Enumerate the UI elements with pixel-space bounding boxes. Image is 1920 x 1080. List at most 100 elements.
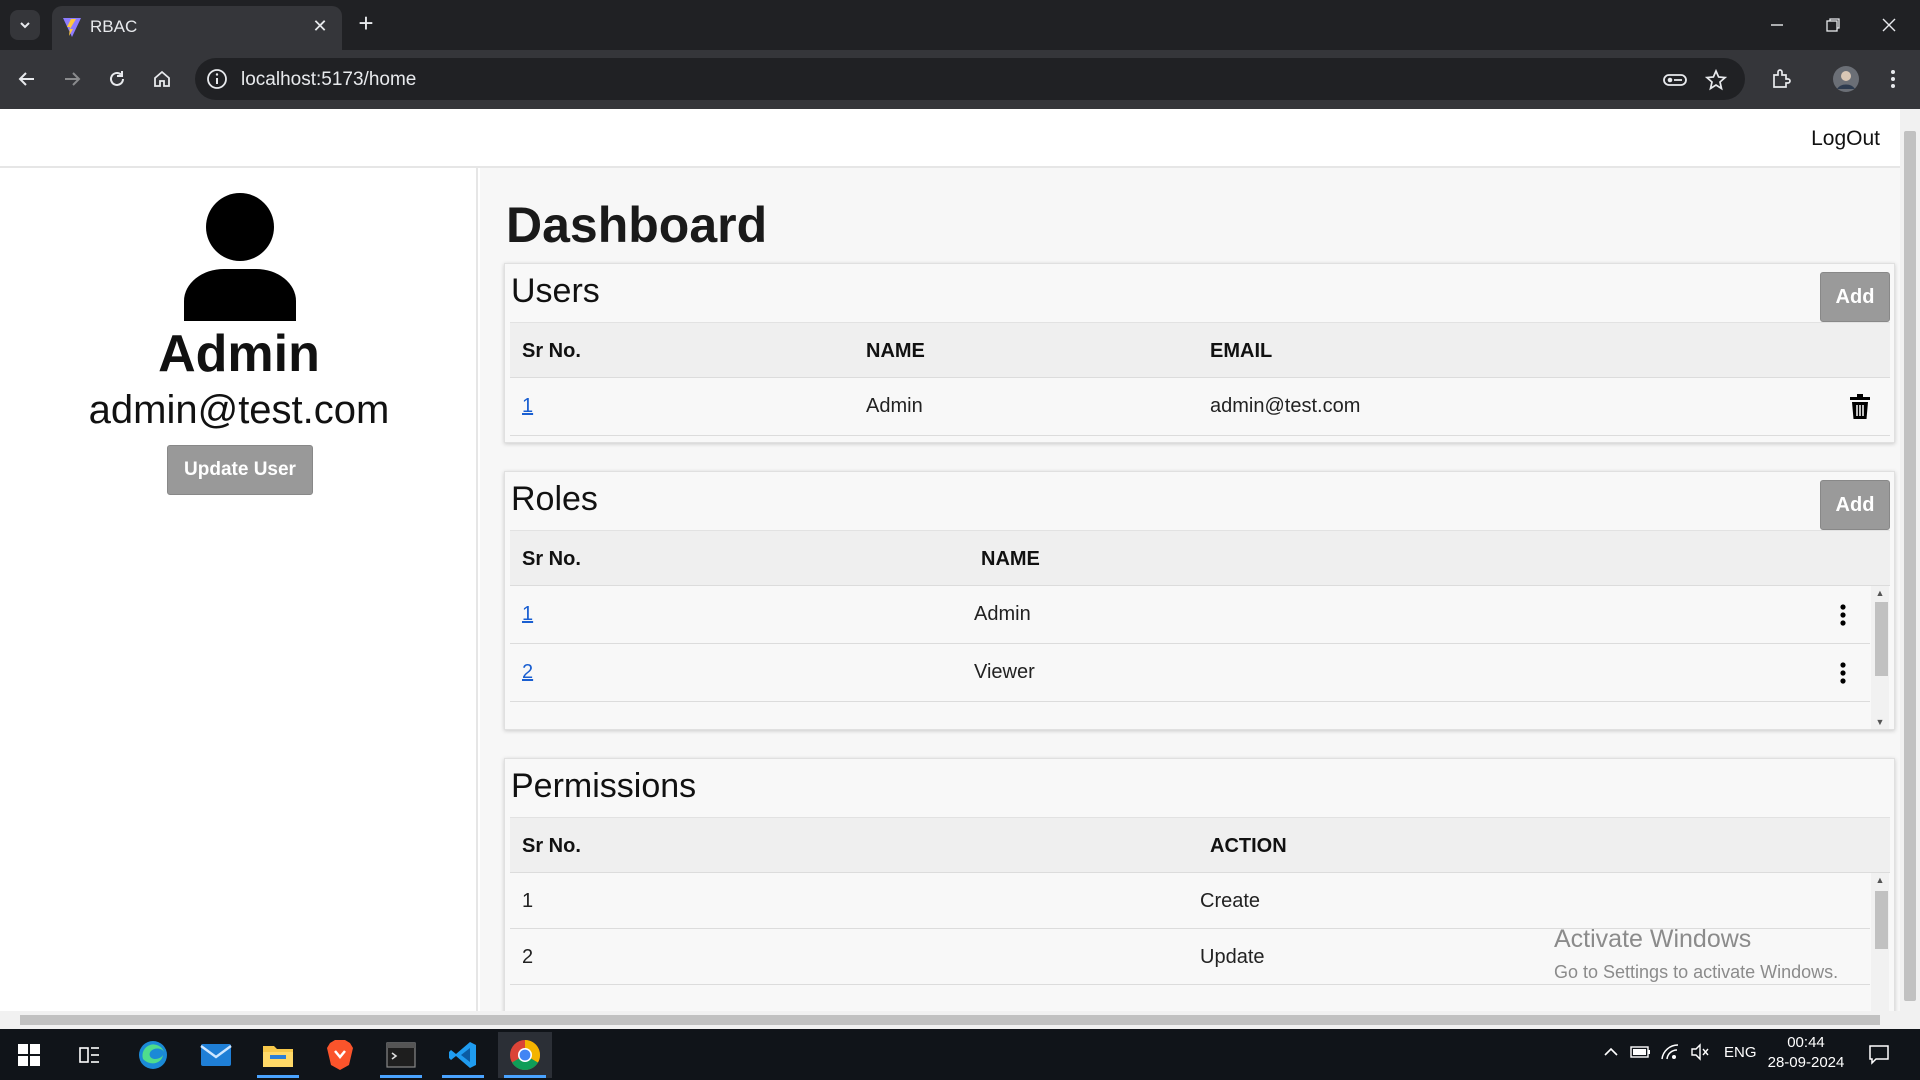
active-indicator bbox=[504, 1075, 546, 1078]
clock-date: 28-09-2024 bbox=[1767, 1054, 1845, 1071]
scrollbar-thumb[interactable] bbox=[1904, 131, 1916, 1001]
scrollbar-thumb[interactable] bbox=[20, 1015, 1880, 1025]
table-row: 1 Admin admin@test.com bbox=[510, 378, 1890, 436]
permission-action: Update bbox=[1200, 946, 1265, 968]
scroll-up-icon[interactable]: ▲ bbox=[1875, 875, 1885, 885]
activate-windows-watermark: Activate Windows Go to Settings to activ… bbox=[1554, 925, 1838, 983]
vscode-icon[interactable] bbox=[436, 1032, 490, 1078]
notification-icon[interactable] bbox=[1868, 1043, 1890, 1069]
address-bar[interactable]: localhost:5173/home bbox=[195, 58, 1745, 100]
update-user-button[interactable]: Update User bbox=[167, 445, 313, 495]
users-table-header: Sr No. NAME EMAIL bbox=[510, 322, 1890, 378]
scroll-down-icon[interactable]: ▼ bbox=[1875, 717, 1885, 727]
close-icon[interactable]: ✕ bbox=[310, 16, 330, 36]
column-header: NAME bbox=[981, 548, 1040, 570]
permission-sr: 1 bbox=[522, 890, 534, 912]
app-header: LogOut bbox=[0, 109, 1900, 168]
table-row: 1 Admin bbox=[510, 586, 1870, 644]
add-user-button[interactable]: Add bbox=[1820, 272, 1890, 322]
browser-toolbar: localhost:5173/home bbox=[0, 50, 1920, 109]
windows-start-icon[interactable] bbox=[2, 1032, 56, 1078]
chevron-down-icon bbox=[20, 22, 30, 29]
system-clock[interactable]: 00:44 28-09-2024 bbox=[1764, 1033, 1848, 1073]
terminal-icon[interactable] bbox=[374, 1032, 428, 1078]
restore-icon[interactable] bbox=[1816, 8, 1850, 42]
column-header: Sr No. bbox=[522, 548, 581, 570]
edge-icon[interactable] bbox=[126, 1032, 180, 1078]
task-view-icon[interactable] bbox=[62, 1032, 116, 1078]
vite-favicon-icon bbox=[63, 18, 81, 37]
tab-search-button[interactable] bbox=[10, 10, 40, 40]
user-email: admin@test.com bbox=[1210, 395, 1361, 417]
home-icon[interactable] bbox=[145, 62, 179, 96]
chevron-up-icon[interactable] bbox=[1602, 1043, 1620, 1065]
extensions-icon[interactable] bbox=[1764, 62, 1798, 96]
mail-icon[interactable] bbox=[189, 1032, 243, 1078]
windows-taskbar: ENG 00:44 28-09-2024 bbox=[0, 1029, 1920, 1080]
column-header: Sr No. bbox=[522, 340, 581, 362]
browser-titlebar: RBAC ✕ + bbox=[0, 0, 1920, 50]
page-vertical-scrollbar[interactable] bbox=[1900, 109, 1920, 1011]
speaker-muted-icon[interactable] bbox=[1690, 1043, 1710, 1065]
column-header: NAME bbox=[866, 340, 925, 362]
battery-icon[interactable] bbox=[1630, 1043, 1652, 1065]
url-text[interactable]: localhost:5173/home bbox=[241, 69, 416, 91]
column-header: Sr No. bbox=[522, 835, 581, 857]
permissions-table-header: Sr No. ACTION bbox=[510, 817, 1890, 873]
kebab-icon[interactable] bbox=[1831, 660, 1855, 686]
users-card: Users Add Sr No. NAME EMAIL 1 Admin admi… bbox=[504, 263, 1895, 443]
user-name: Admin bbox=[866, 395, 923, 417]
profile-name: Admin bbox=[158, 325, 320, 383]
column-header: EMAIL bbox=[1210, 340, 1273, 362]
permissions-scrollbar[interactable]: ▲ bbox=[1871, 873, 1889, 1029]
forward-icon[interactable] bbox=[55, 62, 89, 96]
profile-avatar-icon[interactable] bbox=[1829, 62, 1863, 96]
roles-card: Roles Add Sr No. NAME 1 Admin 2 Viewer ▲… bbox=[504, 471, 1895, 730]
reload-icon[interactable] bbox=[100, 62, 134, 96]
users-title: Users bbox=[511, 272, 600, 310]
tab-title: RBAC bbox=[90, 17, 138, 36]
info-icon[interactable] bbox=[205, 67, 229, 91]
column-header: ACTION bbox=[1210, 835, 1287, 857]
key-icon[interactable] bbox=[1662, 67, 1688, 93]
plus-icon[interactable]: + bbox=[352, 10, 380, 38]
active-indicator bbox=[442, 1075, 484, 1078]
language-indicator[interactable]: ENG bbox=[1724, 1044, 1757, 1061]
roles-table-header: Sr No. NAME bbox=[510, 530, 1890, 586]
star-icon[interactable] bbox=[1703, 67, 1729, 93]
close-icon[interactable] bbox=[1872, 8, 1906, 42]
file-explorer-icon[interactable] bbox=[251, 1032, 305, 1078]
permission-action: Create bbox=[1200, 890, 1261, 912]
kebab-icon[interactable] bbox=[1831, 602, 1855, 628]
browser-tab-rbac[interactable]: RBAC ✕ bbox=[52, 6, 342, 50]
logout-link[interactable]: LogOut bbox=[1811, 127, 1880, 151]
clock-time: 00:44 bbox=[1787, 1034, 1825, 1051]
back-icon[interactable] bbox=[10, 62, 44, 96]
user-sr-link[interactable]: 1 bbox=[522, 395, 533, 418]
table-row: 1 Create bbox=[510, 873, 1870, 929]
dashboard-main: Dashboard Users Add Sr No. NAME EMAIL 1 … bbox=[480, 168, 1900, 1029]
active-indicator bbox=[257, 1075, 299, 1078]
scrollbar-thumb[interactable] bbox=[1875, 602, 1888, 676]
scroll-up-icon[interactable]: ▲ bbox=[1875, 588, 1885, 598]
brave-icon[interactable] bbox=[313, 1032, 367, 1078]
active-indicator bbox=[380, 1075, 422, 1078]
role-sr-link[interactable]: 1 bbox=[522, 603, 533, 626]
scrollbar-thumb[interactable] bbox=[1875, 891, 1888, 949]
watermark-subtitle: Go to Settings to activate Windows. bbox=[1554, 962, 1839, 982]
role-sr-link[interactable]: 2 bbox=[522, 661, 533, 684]
add-role-button[interactable]: Add bbox=[1820, 480, 1890, 530]
permission-sr: 2 bbox=[522, 946, 534, 968]
trash-icon[interactable] bbox=[1848, 394, 1872, 420]
chrome-icon[interactable] bbox=[498, 1032, 552, 1078]
roles-title: Roles bbox=[511, 480, 598, 518]
role-name: Admin bbox=[974, 603, 1031, 625]
role-name: Viewer bbox=[974, 661, 1035, 683]
minimize-icon[interactable] bbox=[1760, 8, 1794, 42]
kebab-menu-icon[interactable] bbox=[1876, 62, 1910, 96]
permissions-title: Permissions bbox=[511, 767, 697, 805]
page-horizontal-scrollbar[interactable] bbox=[0, 1011, 1920, 1029]
wifi-icon[interactable] bbox=[1660, 1043, 1680, 1065]
table-row: 2 Viewer bbox=[510, 644, 1870, 702]
roles-scrollbar[interactable]: ▲ ▼ bbox=[1871, 586, 1889, 729]
